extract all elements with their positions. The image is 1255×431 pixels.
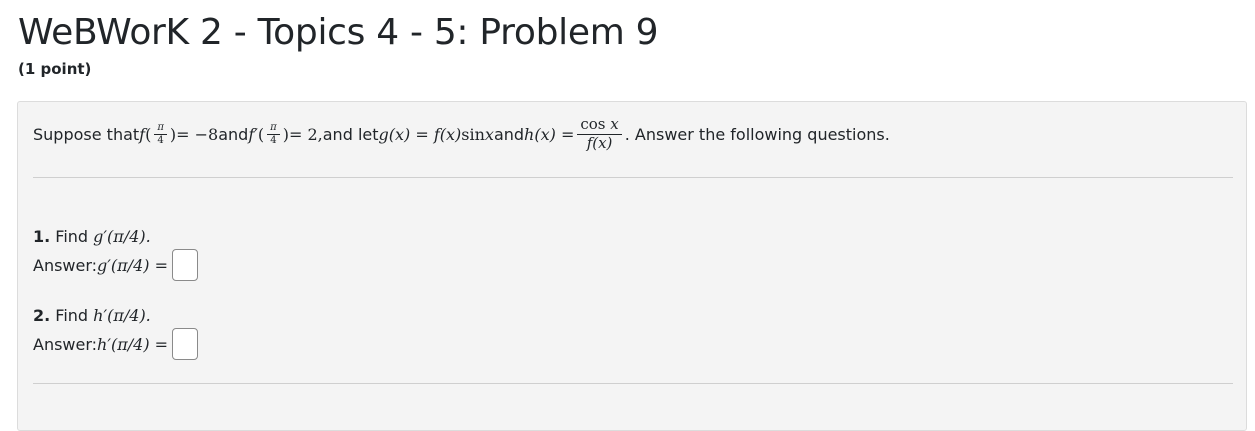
math-paren: ( <box>145 124 152 144</box>
answer-math: g′(π/4) = <box>97 255 168 275</box>
problem-panel: Suppose that f ( π 4 ) = −8 and f′ ( π 4… <box>17 101 1247 431</box>
problem-statement: Suppose that f ( π 4 ) = −8 and f′ ( π 4… <box>33 116 890 152</box>
question-number: 1. <box>33 227 51 246</box>
question-2: 2. Find h′(π/4). <box>33 306 151 325</box>
points-label: (1 point) <box>18 60 92 78</box>
answer-label: Answer: <box>33 255 98 275</box>
page-title: WeBWorK 2 - Topics 4 - 5: Problem 9 <box>18 12 659 53</box>
divider <box>33 383 1233 384</box>
math-value: = 2, <box>288 124 323 144</box>
answer-input-2[interactable] <box>172 328 199 360</box>
question-1: 1. Find g′(π/4). <box>33 227 151 246</box>
math-fraction-pi-over-4: π 4 <box>154 122 167 146</box>
statement-text: Suppose that <box>33 124 140 144</box>
question-text: Find <box>50 306 94 325</box>
math-h-def: h(x) = <box>524 124 575 144</box>
answer-math: h′(π/4) = <box>97 334 169 354</box>
math-paren: ( <box>257 124 265 144</box>
statement-text: and let <box>322 124 379 144</box>
answer-input-1[interactable] <box>171 249 198 281</box>
question-text: Find <box>50 227 94 246</box>
statement-text: and <box>493 124 525 144</box>
answer-row-1: Answer: g′(π/4) = <box>33 249 198 281</box>
statement-text: . Answer the following questions. <box>624 124 890 144</box>
math-sin: sin <box>461 124 485 144</box>
math-fraction-pi-over-4: π 4 <box>267 122 280 146</box>
answer-row-2: Answer: h′(π/4) = <box>33 328 199 360</box>
divider <box>33 177 1233 178</box>
math-fraction-cos-over-f: cos x f(x) <box>577 116 622 152</box>
question-number: 2. <box>33 306 51 325</box>
math-fprime: f′ <box>248 124 258 144</box>
math-x: x <box>484 124 494 144</box>
math-value: = −8 <box>176 124 219 144</box>
math-g-def: g(x) = f(x) <box>378 124 462 144</box>
answer-label: Answer: <box>33 334 98 354</box>
statement-text: and <box>218 124 249 144</box>
question-math: g′(π/4). <box>93 227 151 246</box>
question-math: h′(π/4). <box>93 306 151 325</box>
